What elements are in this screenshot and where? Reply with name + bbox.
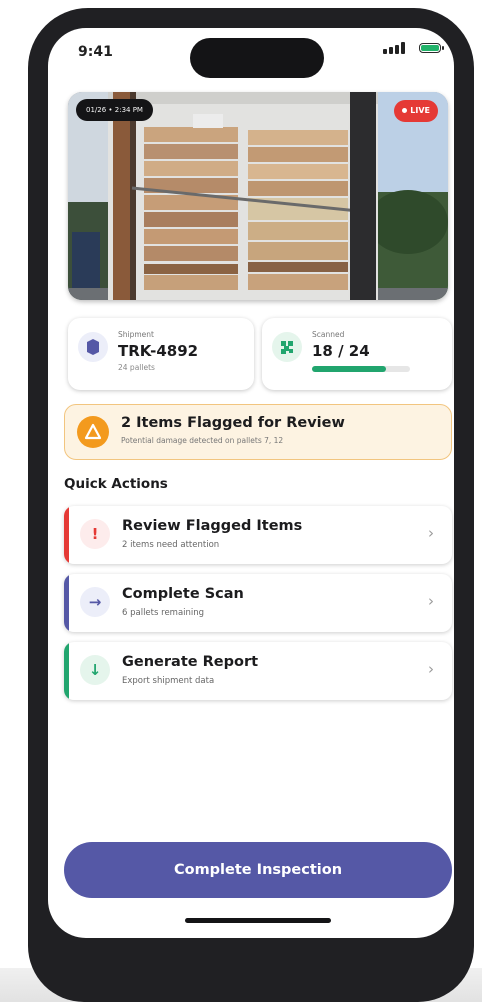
action-subtitle: 2 items need attention <box>122 540 220 550</box>
dynamic-island <box>190 38 324 78</box>
action-title: Complete Scan <box>122 586 244 602</box>
action-subtitle: 6 pallets remaining <box>122 608 205 618</box>
live-label: LIVE <box>410 106 430 115</box>
chevron-right-icon: › <box>428 592 434 610</box>
arrow-right-icon: → <box>80 587 110 617</box>
timestamp-pill: 01/26 • 2:34 PM <box>76 99 153 121</box>
action-accent-bar <box>64 642 69 700</box>
scanned-count: 18 / 24 <box>312 342 370 360</box>
chevron-right-icon: › <box>428 524 434 542</box>
shipment-icon <box>78 332 108 362</box>
live-badge: LIVE <box>394 100 438 122</box>
camera-feed[interactable]: 01/26 • 2:34 PM LIVE <box>68 92 448 300</box>
chevron-right-icon: › <box>428 660 434 678</box>
action-accent-bar <box>64 574 69 632</box>
scan-progress-bar <box>312 366 410 372</box>
action-subtitle: Export shipment data <box>122 676 215 686</box>
alert-title: 2 Items Flagged for Review <box>121 415 345 431</box>
arrow-down-icon: ↓ <box>80 655 110 685</box>
action-title: Generate Report <box>122 654 259 670</box>
scan-icon <box>272 332 302 362</box>
scanned-card[interactable]: Scanned 18 / 24 <box>262 318 452 390</box>
signal-icon <box>383 42 407 54</box>
action-accent-bar <box>64 506 69 564</box>
alert-subtitle: Potential damage detected on pallets 7, … <box>121 436 284 445</box>
shipment-pallet-count: 24 pallets <box>118 363 155 372</box>
quick-actions-heading: Quick Actions <box>64 476 168 492</box>
app-screen: 9:41 01/26 • 2:34 PM LIVE Shipment TRK-4… <box>48 28 454 938</box>
shipment-id: TRK-4892 <box>118 342 199 360</box>
shipment-card[interactable]: Shipment TRK-4892 24 pallets <box>68 318 254 390</box>
warning-icon <box>77 416 109 448</box>
shipment-label: Shipment <box>118 330 154 339</box>
alert-icon: ! <box>80 519 110 549</box>
action-title: Review Flagged Items <box>122 518 303 534</box>
scanned-label: Scanned <box>312 330 345 339</box>
status-time: 9:41 <box>78 44 113 60</box>
flagged-alert[interactable]: 2 Items Flagged for Review Potential dam… <box>64 404 452 460</box>
scan-progress-fill <box>312 366 386 372</box>
generate-report-button[interactable]: ↓ Generate Report Export shipment data › <box>64 642 452 700</box>
truck-cargo-image <box>68 92 448 300</box>
complete-scan-button[interactable]: → Complete Scan 6 pallets remaining › <box>64 574 452 632</box>
live-dot-icon <box>402 108 408 113</box>
complete-inspection-button[interactable]: Complete Inspection <box>64 842 452 898</box>
review-flagged-items-button[interactable]: ! Review Flagged Items 2 items need atte… <box>64 506 452 564</box>
battery-icon <box>419 43 444 53</box>
home-indicator[interactable] <box>185 918 331 923</box>
